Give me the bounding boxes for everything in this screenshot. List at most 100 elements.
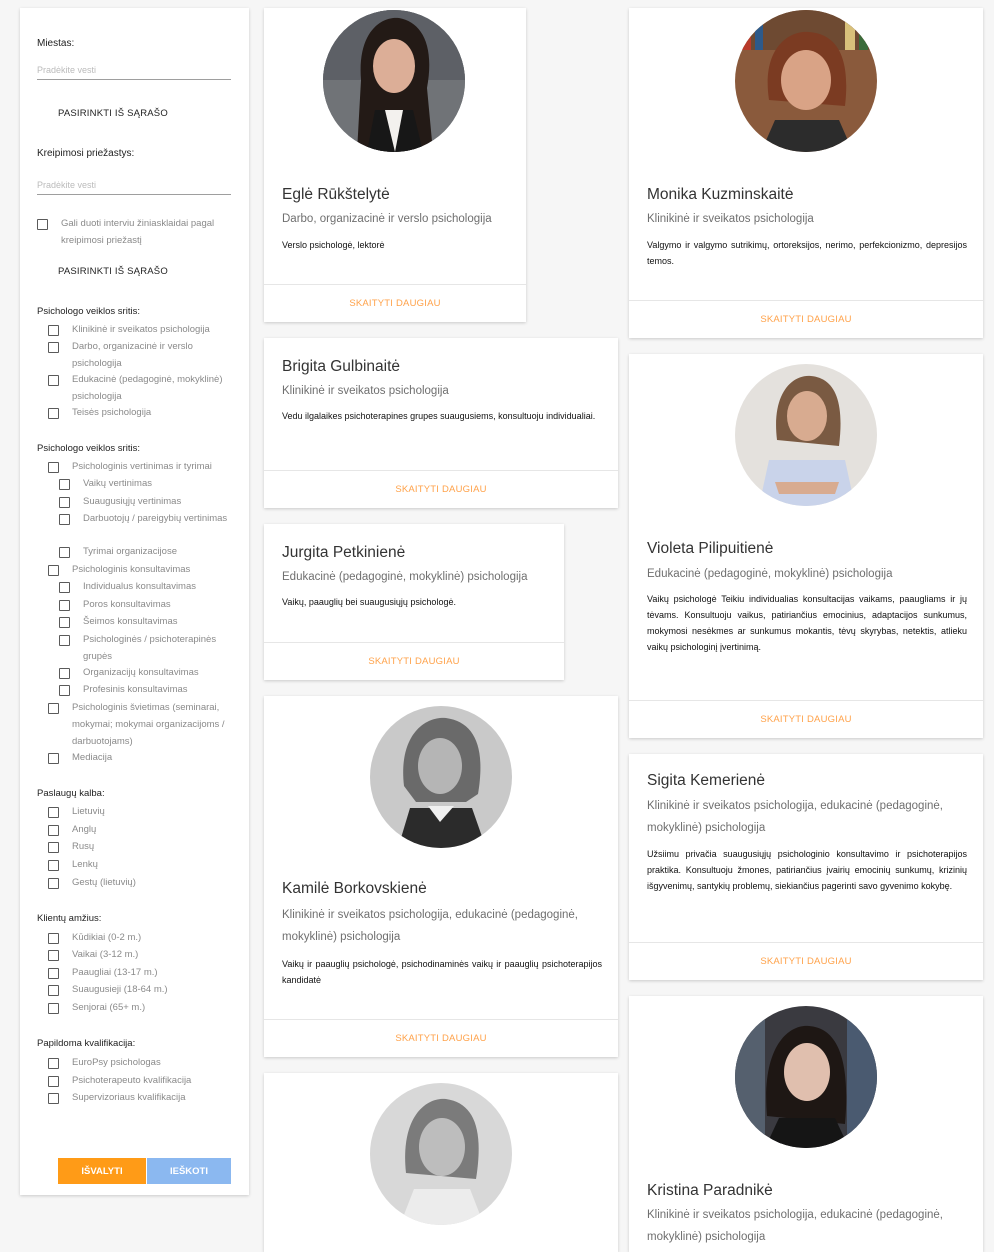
checkbox[interactable] (59, 479, 70, 490)
language-item[interactable]: Anglų (48, 824, 96, 838)
checkbox-label: Senjorai (65+ m.) (72, 1002, 146, 1013)
checkbox[interactable] (59, 497, 70, 508)
consulting-item[interactable]: Psichologinis konsultavimas (48, 564, 248, 578)
checkbox[interactable] (48, 753, 59, 764)
checkbox-label: Psichoterapeuto kvalifikacija (72, 1075, 192, 1086)
clear-button[interactable]: IŠVALYTI (58, 1158, 146, 1184)
age-item[interactable]: Paaugliai (13-17 m.) (48, 967, 158, 981)
city-choose-from-list-button[interactable]: PASIRINKTI IŠ SĄRAŠO (58, 108, 168, 119)
checkbox[interactable] (48, 1058, 59, 1069)
checkbox[interactable] (59, 600, 70, 611)
qualification-item[interactable]: Psichoterapeuto kvalifikacija (48, 1075, 191, 1089)
assessment-subitem[interactable]: Darbuotojų / pareigybių vertinimas (59, 513, 229, 527)
language-title: Paslaugų kalba: (37, 788, 105, 799)
consulting-subitem[interactable]: Psichologinės / psichoterapinės grupės (59, 634, 219, 665)
activity-item[interactable]: Klinikinė ir sveikatos psichologija (48, 324, 238, 338)
card-name[interactable]: Violeta Pilipuitienė (647, 540, 773, 558)
checkbox[interactable] (48, 462, 59, 473)
card-name[interactable]: Monika Kuzminskaitė (647, 186, 793, 204)
read-more-link[interactable]: SKAITYTI DAUGIAU (760, 714, 851, 725)
checkbox[interactable] (59, 582, 70, 593)
consulting-subitem[interactable]: Individualus konsultavimas (59, 581, 244, 595)
checkbox[interactable] (48, 1093, 59, 1104)
card-name[interactable]: Brigita Gulbinaitė (282, 358, 400, 376)
checkbox-label: Šeimos konsultavimas (83, 616, 178, 627)
checkbox[interactable] (59, 617, 70, 628)
card-name[interactable]: Jurgita Petkinienė (282, 544, 405, 562)
activity-item[interactable]: Darbo, organizacinė ir verslo psichologi… (48, 341, 238, 372)
checkbox[interactable] (48, 950, 59, 961)
activity-title-1: Psichologo veiklos sritis: (37, 306, 140, 317)
checkbox[interactable] (48, 878, 59, 889)
interview-checkbox[interactable] (37, 219, 48, 230)
age-item[interactable]: Senjorai (65+ m.) (48, 1002, 145, 1016)
assessment-subitem[interactable]: Vaikų vertinimas (59, 478, 239, 492)
checkbox[interactable] (48, 968, 59, 979)
psychologist-card: Kristina Paradnikė Klinikinė ir sveikato… (629, 996, 983, 1252)
checkbox[interactable] (48, 1003, 59, 1014)
activity-item[interactable]: Teisės psichologija (48, 407, 238, 421)
checkbox[interactable] (48, 1076, 59, 1087)
read-more-link[interactable]: SKAITYTI DAUGIAU (349, 298, 440, 309)
assessment-subitem[interactable]: Tyrimai organizacijose (59, 546, 239, 560)
psychologist-card: Brigita Gulbinaitė Klinikinė ir sveikato… (264, 338, 618, 508)
language-item[interactable]: Gestų (lietuvių) (48, 877, 136, 891)
card-name[interactable]: Kamilė Borkovskienė (282, 880, 427, 898)
checkbox[interactable] (59, 635, 70, 646)
language-item[interactable]: Lietuvių (48, 806, 105, 820)
card-description: Vedu ilgalaikes psichoterapines grupes s… (282, 411, 596, 421)
psychologist-card: Eglė Rūkštelytė Darbo, organizacinė ir v… (264, 8, 526, 322)
search-button[interactable]: IEŠKOTI (147, 1158, 231, 1184)
assessment-subitem[interactable]: Suaugusiųjų vertinimas (59, 496, 239, 510)
age-item[interactable]: Vaikai (3-12 m.) (48, 949, 138, 963)
card-name[interactable]: Eglė Rūkštelytė (282, 186, 390, 204)
checkbox[interactable] (48, 825, 59, 836)
checkbox[interactable] (59, 668, 70, 679)
checkbox-label: Individualus konsultavimas (83, 581, 197, 592)
checkbox-label: Psichologinis švietimas (seminarai, moky… (72, 702, 225, 747)
card-name[interactable]: Kristina Paradnikė (647, 1182, 773, 1200)
assessment-item[interactable]: Psichologinis vertinimas ir tyrimai (48, 461, 248, 475)
avatar (735, 10, 877, 152)
checkbox[interactable] (48, 703, 59, 714)
language-item[interactable]: Lenkų (48, 859, 98, 873)
card-footer: SKAITYTI DAUGIAU (264, 284, 526, 322)
card-name[interactable]: Sigita Kemerienė (647, 772, 765, 790)
read-more-link[interactable]: SKAITYTI DAUGIAU (395, 484, 486, 495)
checkbox[interactable] (48, 565, 59, 576)
read-more-link[interactable]: SKAITYTI DAUGIAU (395, 1033, 486, 1044)
reason-choose-from-list-button[interactable]: PASIRINKTI IŠ SĄRAŠO (58, 266, 168, 277)
qualification-item[interactable]: EuroPsy psichologas (48, 1057, 161, 1071)
read-more-link[interactable]: SKAITYTI DAUGIAU (368, 656, 459, 667)
consulting-subitem[interactable]: Profesinis konsultavimas (59, 684, 244, 698)
checkbox[interactable] (59, 685, 70, 696)
checkbox[interactable] (48, 985, 59, 996)
language-item[interactable]: Rusų (48, 841, 94, 855)
age-item[interactable]: Kūdikiai (0-2 m.) (48, 932, 141, 946)
card-description: Vaikų, paauglių bei suaugusiųjų psicholo… (282, 597, 456, 607)
checkbox[interactable] (48, 408, 59, 419)
consulting-subitem[interactable]: Šeimos konsultavimas (59, 616, 244, 630)
checkbox[interactable] (48, 342, 59, 353)
city-input[interactable] (37, 60, 231, 80)
checkbox[interactable] (48, 807, 59, 818)
mediation-item[interactable]: Mediacija (48, 752, 243, 766)
read-more-link[interactable]: SKAITYTI DAUGIAU (760, 956, 851, 967)
consulting-subitem[interactable]: Poros konsultavimas (59, 599, 244, 613)
checkbox[interactable] (48, 860, 59, 871)
age-item[interactable]: Suaugusieji (18-64 m.) (48, 984, 168, 998)
education-item[interactable]: Psichologinis švietimas (seminarai, moky… (48, 702, 243, 750)
checkbox[interactable] (59, 514, 70, 525)
checkbox[interactable] (48, 842, 59, 853)
activity-item[interactable]: Edukacinė (pedagoginė, mokyklinė) psicho… (48, 374, 238, 405)
consulting-subitem[interactable]: Organizacijų konsultavimas (59, 667, 244, 681)
reason-input[interactable] (37, 175, 231, 195)
checkbox[interactable] (48, 933, 59, 944)
checkbox[interactable] (48, 375, 59, 386)
interview-checkbox-row[interactable]: Gali duoti interviu žiniasklaidai pagal … (37, 218, 237, 249)
qualification-item[interactable]: Supervizoriaus kvalifikacija (48, 1092, 186, 1106)
checkbox-label: Suaugusiųjų vertinimas (83, 496, 182, 507)
checkbox[interactable] (48, 325, 59, 336)
checkbox[interactable] (59, 547, 70, 558)
read-more-link[interactable]: SKAITYTI DAUGIAU (760, 314, 851, 325)
